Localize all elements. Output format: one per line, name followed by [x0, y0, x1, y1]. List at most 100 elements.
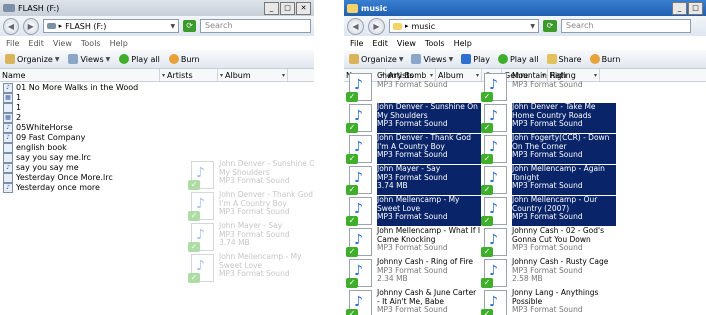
- close-button[interactable]: ✕: [296, 1, 311, 15]
- back-button[interactable]: ◀: [3, 17, 19, 35]
- organize-label: Organize: [361, 54, 397, 64]
- search-placeholder: Search: [205, 21, 233, 30]
- burn-label: Burn: [180, 54, 200, 64]
- song-tile[interactable]: ♪ ✓ Cherry Bomb MP3 Format Sound: [346, 71, 481, 102]
- menu-view[interactable]: View: [397, 39, 416, 48]
- search-input[interactable]: Search: [561, 19, 691, 33]
- file-type: MP3 Format Sound: [377, 212, 448, 221]
- tile-info: John Mellencamp - Our Country (2007) MP3 …: [512, 195, 616, 226]
- song-tile[interactable]: ♪ ✓ John Mayer - Say MP3 Format Sound 3.74 M…: [188, 221, 314, 252]
- document-icon: [3, 143, 13, 153]
- minimize-button[interactable]: _: [672, 1, 687, 15]
- tile-info: John Mayer - Say MP3 Format Sound 3.74 MB: [219, 221, 314, 252]
- column-album[interactable]: ▾ Album ▾: [218, 69, 288, 81]
- song-tile[interactable]: ♪ ✓ Johnny Cash & June Carter - It Ain't M…: [346, 288, 481, 315]
- chevron-down-icon[interactable]: ▼: [530, 23, 535, 30]
- song-tile[interactable]: ♪ ✓ John Denver - Sunshine On My Shoulders…: [346, 102, 481, 133]
- menu-edit[interactable]: Edit: [28, 39, 44, 48]
- song-tile[interactable]: ♪ ✓ John Mellencamp - What If I Came Knock…: [346, 226, 481, 257]
- song-tile[interactable]: ♪ ✓ Johnny Cash - 02 - God's Gonna Cut You…: [481, 226, 616, 257]
- song-tile[interactable]: ♪ ✓ John Mellencamp - My Sweet Love MP3 For…: [346, 195, 481, 226]
- tile-info: John Mayer - Say MP3 Format Sound 3.74 MB: [377, 164, 481, 195]
- refresh-button[interactable]: ⟳: [543, 20, 557, 32]
- title-bar[interactable]: music _ □: [344, 0, 706, 16]
- file-name: say you say me: [16, 163, 79, 172]
- file-name: 01 No More Walks in the Wood: [16, 83, 139, 92]
- menu-edit[interactable]: Edit: [372, 39, 388, 48]
- menu-help[interactable]: Help: [454, 39, 472, 48]
- song-tile[interactable]: ♪ ✓ John Mellencamp - Again Tonight MP3 For…: [481, 164, 616, 195]
- file-row[interactable]: ♪ 01 No More Walks in the Wood: [0, 83, 314, 93]
- flash-drive-window: FLASH (F:) _ □ ✕ ◀ ▶ ▸ FLASH (F:) ▼ ⟳ Se…: [0, 0, 314, 315]
- mp3-file-icon: ♪ ✓: [481, 72, 509, 102]
- column-name[interactable]: Name: [0, 69, 160, 81]
- file-type: MP3 Format Sound: [377, 79, 448, 89]
- play-all-button[interactable]: Play all: [119, 54, 160, 64]
- search-input[interactable]: Search: [200, 19, 312, 33]
- file-name: say you say me.lrc: [16, 153, 91, 162]
- forward-button[interactable]: ▶: [22, 17, 39, 35]
- address-field[interactable]: ▸ FLASH (F:) ▼: [42, 19, 180, 33]
- views-button[interactable]: Views ▼: [68, 54, 110, 64]
- drag-ghost: ♪ ✓ John Denver - Sunshine On My Shoulders…: [188, 159, 314, 283]
- file-name: 09 Fast Company: [16, 133, 86, 142]
- menu-tools[interactable]: Tools: [425, 39, 445, 48]
- song-tile[interactable]: ♪ ✓ John Mellencamp - My Sweet Love MP3 For…: [188, 252, 314, 283]
- song-tile[interactable]: ♪ ✓ Mountain High MP3 Format Sound: [481, 71, 616, 102]
- refresh-button[interactable]: ⟳: [183, 20, 196, 32]
- column-artists[interactable]: ▾ Artists: [160, 69, 218, 81]
- file-row[interactable]: ♪ 09 Fast Company: [0, 133, 314, 143]
- song-tile[interactable]: ♪ ✓ John Mellencamp - Our Country (2007) MP…: [481, 195, 616, 226]
- file-row[interactable]: ♪ 05WhiteHorse: [0, 123, 314, 133]
- organize-button[interactable]: Organize ▼: [349, 54, 403, 64]
- song-tile[interactable]: ♪ ✓ John Denver - Thank God I'm A Country …: [346, 133, 481, 164]
- forward-button[interactable]: ▶: [368, 17, 385, 35]
- song-tile[interactable]: ♪ ✓ John Denver - Take Me Home Country Roa…: [481, 102, 616, 133]
- column-header: Name ▾ Artists ▾ Album ▾: [0, 69, 314, 82]
- menu-bar: File Edit View Tools Help: [0, 36, 314, 50]
- window-title: music: [361, 3, 388, 13]
- burn-button[interactable]: Burn: [589, 54, 620, 64]
- organize-button[interactable]: Organize ▼: [5, 54, 59, 64]
- address-field[interactable]: ▸ music ▼: [389, 19, 539, 33]
- menu-tools[interactable]: Tools: [81, 39, 101, 48]
- share-button[interactable]: Share: [546, 54, 582, 64]
- share-label: Share: [558, 54, 582, 64]
- song-tile[interactable]: ♪ ✓ John Denver - Sunshine On My Shoulders…: [188, 159, 314, 190]
- file-row[interactable]: 1: [0, 103, 314, 113]
- menu-help[interactable]: Help: [110, 39, 128, 48]
- song-tile[interactable]: ♪ ✓ John Denver - Thank God I'm A Country …: [188, 190, 314, 221]
- chevron-down-icon: ▼: [105, 55, 111, 63]
- song-title: Johnny Cash - 02 - God's Gonna Cut You D…: [512, 226, 604, 244]
- song-tile[interactable]: ♪ ✓ Johnny Cash - Ring of Fire MP3 Format S…: [346, 257, 481, 288]
- tile-info: John Denver - Take Me Home Country Roads…: [512, 102, 616, 133]
- tile-view: ♪ ✓ Cherry Bomb MP3 Format Sound ♪ ✓ Mountain …: [344, 71, 706, 315]
- file-size: 2.58 MB: [512, 274, 543, 283]
- burn-button[interactable]: Burn: [168, 54, 200, 64]
- audio-file-icon: ♪: [3, 163, 13, 173]
- menu-file[interactable]: File: [350, 39, 363, 48]
- song-tile[interactable]: ♪ ✓ John Mayer - Say MP3 Format Sound 3.74 M…: [346, 164, 481, 195]
- chevron-down-icon[interactable]: ▾: [282, 72, 285, 79]
- back-button[interactable]: ◀: [347, 17, 364, 35]
- play-button[interactable]: Play: [461, 54, 490, 64]
- help-icon[interactable]: [299, 54, 309, 64]
- song-tile[interactable]: ♪ ✓ John Fogerty(CCR) - Down On The Corner…: [481, 133, 616, 164]
- play-all-button[interactable]: Play all: [497, 54, 539, 64]
- file-size: 3.74 MB: [219, 238, 250, 247]
- file-row[interactable]: english book: [0, 143, 314, 153]
- song-tile[interactable]: ♪ ✓ Johnny Cash - Rusty Cage MP3 Format Sou…: [481, 257, 616, 288]
- maximize-button[interactable]: □: [688, 1, 703, 15]
- file-row[interactable]: ▦ 2: [0, 113, 314, 123]
- chevron-down-icon: ▼: [448, 55, 454, 63]
- menu-view[interactable]: View: [53, 39, 72, 48]
- views-button[interactable]: Views ▼: [411, 54, 453, 64]
- tile-info: John Mellencamp - What If I Came Knockin…: [377, 226, 481, 257]
- maximize-button[interactable]: □: [280, 1, 295, 15]
- title-bar[interactable]: FLASH (F:) _ □ ✕: [0, 0, 314, 16]
- chevron-down-icon[interactable]: ▼: [171, 23, 176, 30]
- song-tile[interactable]: ♪ ✓ Jonny Lang - Anythings Possible MP3 For…: [481, 288, 616, 315]
- minimize-button[interactable]: _: [264, 1, 279, 15]
- file-row[interactable]: ▦ 1: [0, 93, 314, 103]
- menu-file[interactable]: File: [6, 39, 19, 48]
